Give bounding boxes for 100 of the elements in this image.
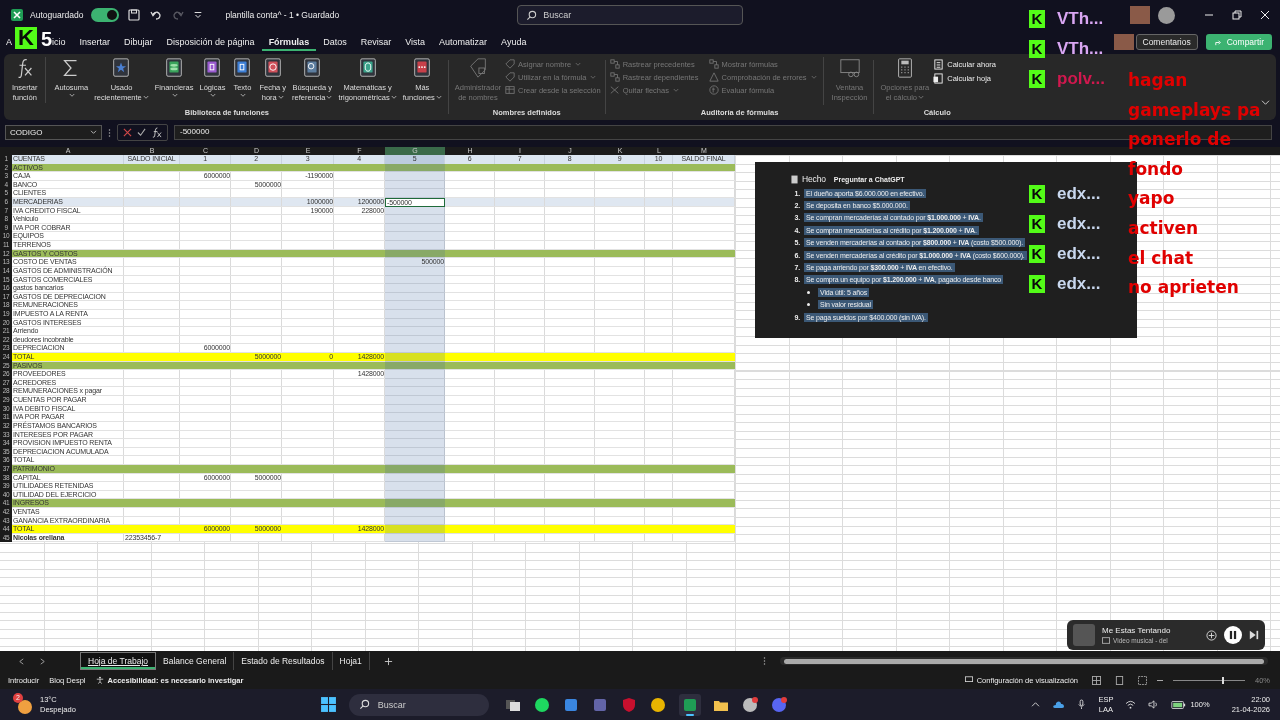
table-icon <box>505 85 516 95</box>
more-icon[interactable] <box>763 656 766 666</box>
taskbar-search-field[interactable]: Buscar <box>348 693 489 716</box>
chat-username: edx... <box>1057 274 1101 294</box>
ribbon-tab[interactable]: Disposición de página <box>159 33 262 51</box>
tag-icon <box>505 59 516 69</box>
ribbon-tab[interactable]: Dibujar <box>117 33 160 51</box>
wifi-icon[interactable] <box>1125 700 1137 709</box>
caret-icon <box>575 61 582 67</box>
save-icon[interactable] <box>127 8 142 22</box>
sheet-tab[interactable]: Hoja de Trabajo <box>80 652 156 670</box>
page-break-icon[interactable] <box>1138 675 1147 685</box>
document-title[interactable]: plantilla conta^ - 1 • Guardado <box>225 10 340 20</box>
windows-start-icon[interactable] <box>319 696 337 713</box>
chat-username: edx... <box>1057 244 1101 264</box>
excel-icon[interactable] <box>10 8 24 22</box>
bullet-icon <box>807 303 810 307</box>
warning-icon <box>708 72 719 82</box>
weather-icon[interactable] <box>18 699 32 714</box>
chat-platform-icon: K <box>1029 10 1045 28</box>
stream-logo: K <box>15 27 37 49</box>
chat-platform-icon: K <box>1029 185 1045 203</box>
ribbon-tab[interactable]: Revisar <box>353 33 399 51</box>
caret-icon <box>590 74 597 80</box>
caret-icon <box>390 95 397 101</box>
search-field[interactable]: Buscar <box>517 5 744 25</box>
formula-icon <box>708 59 719 69</box>
sheet-tab[interactable]: Hoja1 <box>332 652 370 670</box>
microphone-icon[interactable] <box>1077 699 1087 710</box>
caret-icon <box>142 95 149 101</box>
comments-button[interactable]: Comentarios <box>1135 34 1198 50</box>
sheet-tab[interactable]: Balance General <box>156 652 235 670</box>
formula-icon <box>609 72 620 82</box>
caret-icon <box>209 92 216 98</box>
caret-icon <box>277 95 284 101</box>
page-layout-icon[interactable] <box>1115 675 1124 685</box>
chat-platform-icon: K <box>1029 275 1045 293</box>
formula-icon <box>609 59 620 69</box>
track-title: Me Estas Tentando <box>1102 626 1172 635</box>
next-icon[interactable] <box>1249 630 1259 640</box>
close-icon[interactable] <box>1260 10 1270 20</box>
avatar-image[interactable] <box>1158 6 1175 24</box>
chat-platform-icon: K <box>1029 245 1045 263</box>
avatar-image <box>1113 34 1134 50</box>
chevron-down-icon[interactable] <box>1261 99 1270 106</box>
next-sheet-icon[interactable] <box>39 657 46 665</box>
name-box[interactable]: CODIGO <box>5 125 102 140</box>
function-icon[interactable] <box>151 127 162 138</box>
cancel-icon[interactable] <box>123 128 132 137</box>
add-sheet-icon[interactable] <box>383 656 393 666</box>
avatar-image <box>1130 6 1150 24</box>
add-icon[interactable] <box>1206 629 1217 641</box>
restore-icon[interactable] <box>1232 10 1242 20</box>
chevron-down-icon <box>90 130 97 135</box>
stream-counter: 5 <box>40 29 52 49</box>
chat-username: polv... <box>1057 69 1105 89</box>
ribbon-tab[interactable]: icio <box>52 33 73 51</box>
pause-icon[interactable] <box>1224 626 1242 644</box>
chat-platform-icon: K <box>1029 70 1045 88</box>
accessibility-icon <box>95 676 104 684</box>
cloud-icon[interactable] <box>1052 700 1066 709</box>
battery-icon[interactable] <box>1171 700 1187 709</box>
ribbon-tab[interactable]: Insertar <box>72 33 118 51</box>
calculator-icon <box>933 59 945 70</box>
tag-icon <box>505 72 516 82</box>
sheet-tab[interactable]: Estado de Resultados <box>234 652 333 670</box>
caret-icon <box>326 95 333 101</box>
ribbon-tab[interactable]: Automatizar <box>432 33 495 51</box>
window-glasses-icon <box>838 57 861 79</box>
chat-platform-icon: K <box>1029 40 1045 58</box>
autosave-toggle[interactable] <box>91 8 120 22</box>
arrows-icon <box>609 85 620 95</box>
video-thumbnail <box>1073 624 1095 646</box>
normal-view-icon[interactable] <box>1092 675 1101 685</box>
ribbon-tab[interactable]: Fórmulas <box>261 33 317 51</box>
customize-icon[interactable] <box>193 10 204 20</box>
check-icon[interactable] <box>137 128 146 137</box>
ribbon-tab[interactable]: Vista <box>398 33 433 51</box>
volume-icon[interactable] <box>1148 700 1160 709</box>
chat-message: gameplays pa <box>1128 98 1261 122</box>
chevron-up-icon[interactable] <box>1031 701 1041 708</box>
caret-icon <box>918 95 924 101</box>
more-icon[interactable] <box>108 127 111 138</box>
document-icon <box>791 174 798 184</box>
chat-platform-icon: K <box>1029 215 1045 233</box>
ribbon-tab[interactable]: Datos <box>316 33 354 51</box>
caret-icon <box>68 92 75 98</box>
chat-message: hagan <box>1128 69 1189 92</box>
display-icon <box>964 676 973 684</box>
ribbon-tab[interactable]: Ayuda <box>494 33 534 51</box>
bullet-icon <box>807 290 810 294</box>
ribbon-tab[interactable]: A <box>3 33 12 51</box>
horizontal-scrollbar[interactable] <box>780 657 1268 665</box>
search-icon <box>358 699 370 710</box>
taskbar-app-icon[interactable] <box>678 693 701 716</box>
previous-sheet-icon[interactable] <box>18 657 25 665</box>
calculator-icon <box>933 73 945 84</box>
chat-username: VTh... <box>1057 9 1104 29</box>
autosave-label: Autoguardado <box>30 10 84 20</box>
caret-icon <box>810 74 817 80</box>
